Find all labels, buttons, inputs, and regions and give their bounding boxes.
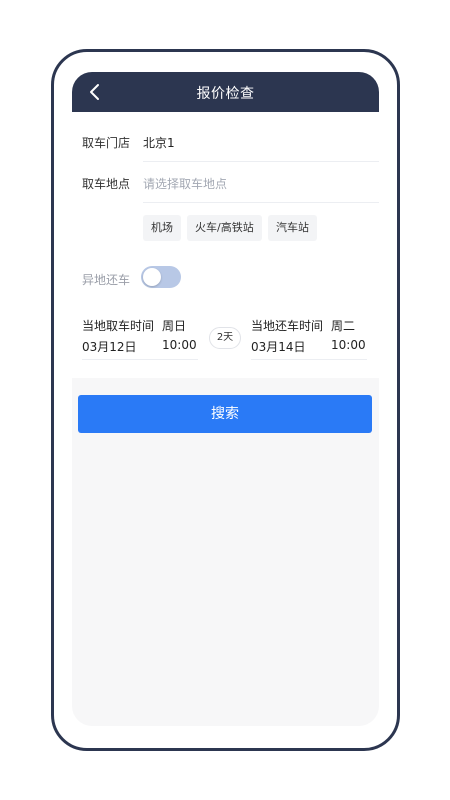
pickup-location-input[interactable]: 请选择取车地点 bbox=[143, 175, 227, 192]
pickup-date[interactable]: 03月12日 bbox=[82, 338, 137, 355]
search-button[interactable]: 搜索 bbox=[78, 395, 372, 433]
divider bbox=[143, 202, 379, 203]
return-time-label: 当地还车时间 bbox=[251, 319, 324, 333]
pickup-time[interactable]: 10:00 bbox=[162, 338, 197, 352]
diff-return-label: 异地还车 bbox=[82, 273, 131, 287]
rental-duration-badge: 2天 bbox=[209, 327, 241, 349]
pickup-weekday: 周日 bbox=[162, 319, 187, 333]
pickup-store-value[interactable]: 北京1 bbox=[143, 134, 175, 151]
divider bbox=[251, 359, 367, 360]
return-time[interactable]: 10:00 bbox=[331, 338, 366, 352]
diff-return-toggle[interactable] bbox=[141, 266, 181, 288]
chip-airport[interactable]: 机场 bbox=[143, 215, 181, 241]
app-screen: 报价检查 取车门店 北京1 取车地点 请选择取车地点 机场 火车/高铁站 汽车站… bbox=[72, 72, 379, 726]
return-date[interactable]: 03月14日 bbox=[251, 338, 306, 355]
page-title: 报价检查 bbox=[196, 86, 255, 102]
top-bar: 报价检查 bbox=[72, 72, 379, 112]
pickup-time-label: 当地取车时间 bbox=[82, 319, 155, 333]
pickup-store-label: 取车门店 bbox=[82, 136, 131, 150]
chip-bus-station[interactable]: 汽车站 bbox=[268, 215, 317, 241]
pickup-location-label: 取车地点 bbox=[82, 177, 131, 191]
divider bbox=[143, 161, 379, 162]
return-weekday: 周二 bbox=[331, 319, 356, 333]
chip-train-station[interactable]: 火车/高铁站 bbox=[187, 215, 262, 241]
toggle-knob bbox=[143, 268, 161, 286]
divider bbox=[82, 359, 198, 360]
